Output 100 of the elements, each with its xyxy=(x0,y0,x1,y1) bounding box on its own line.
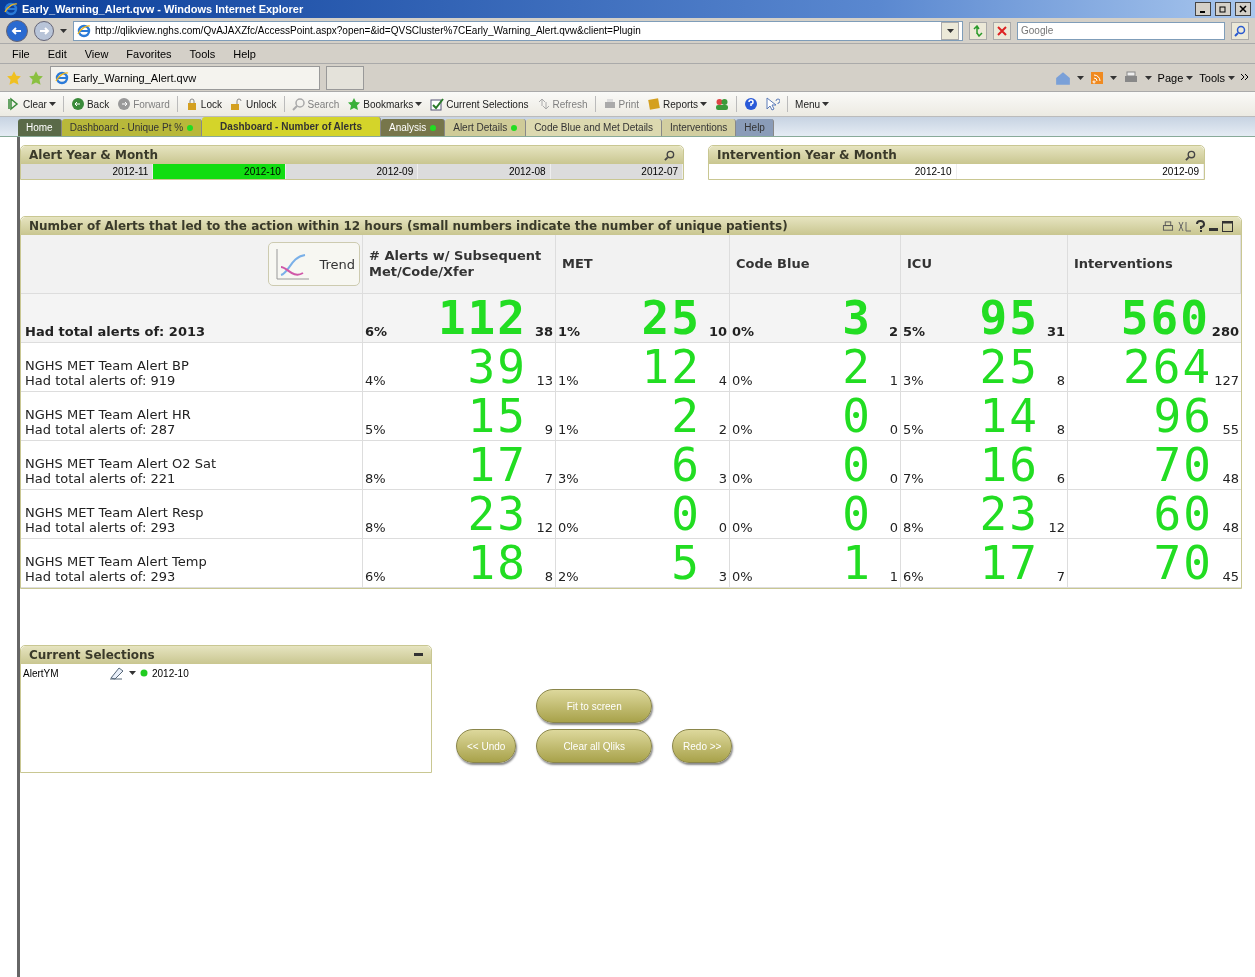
toolbar-button[interactable]: Lock xyxy=(183,97,223,111)
excel-icon[interactable] xyxy=(1178,220,1192,232)
toolbar-button[interactable]: Current Selections xyxy=(429,97,530,111)
unique-patients-count: 1 xyxy=(888,373,898,388)
menu-item[interactable]: View xyxy=(78,47,115,60)
caret-icon xyxy=(1186,75,1194,80)
row-total-label: Had total alerts of: 919 xyxy=(25,373,177,388)
alert-count: 1 xyxy=(841,542,872,584)
listbox-item[interactable]: 2012-09 xyxy=(285,164,419,179)
column-header: # Alerts w/ Subsequent Met/Code/Xfer xyxy=(363,235,556,294)
search-icon[interactable] xyxy=(1185,149,1196,161)
alert-count: 5 xyxy=(670,542,701,584)
sheet-tab[interactable]: Analysis xyxy=(380,119,446,136)
sheet-tab[interactable]: Code Blue and Met Details xyxy=(526,119,663,136)
maximize-icon[interactable] xyxy=(1222,220,1233,232)
listbox-item[interactable]: 2012-08 xyxy=(418,164,551,179)
caret-icon xyxy=(1076,75,1084,80)
address-field[interactable]: http://qlikview.nghs.com/QvAJAXZfc/AccessPoint.aspx?open=&id=QVSCluster%7CEarly_Warning_Alert.qvw&client=Plugin xyxy=(73,20,963,41)
toolbar-button[interactable]: Bookmarks xyxy=(346,97,424,111)
browser-tab[interactable]: Early_Warning_Alert.qvw xyxy=(50,65,320,90)
back-button[interactable] xyxy=(6,19,28,42)
menu-item[interactable]: Tools xyxy=(183,47,222,60)
percent-value: 6% xyxy=(365,324,389,339)
panel-title: Current Selections xyxy=(29,648,156,662)
row-total-label: Had total alerts of: 2013 xyxy=(25,324,207,339)
sheet-tab[interactable]: Help xyxy=(736,119,774,136)
star-plus-icon[interactable] xyxy=(28,69,44,86)
trend-button[interactable]: Trend xyxy=(268,242,360,286)
listbox-item[interactable]: 2012-10 xyxy=(153,164,286,179)
browser-logo-icon xyxy=(55,70,69,85)
close-button[interactable] xyxy=(1235,2,1251,16)
dropdown-button[interactable] xyxy=(941,21,959,40)
toolbar-button[interactable]: Unlock xyxy=(228,97,278,111)
restore-button[interactable] xyxy=(1215,2,1231,16)
sheet-tab[interactable]: Dashboard - Unique Pt % xyxy=(61,119,203,136)
alert-count: 16 xyxy=(978,444,1039,486)
menu-item[interactable]: Help xyxy=(227,47,262,60)
percent-value: 8% xyxy=(903,520,925,535)
listbox-item[interactable]: 2012-07 xyxy=(550,164,684,179)
checkbox-icon xyxy=(430,97,445,111)
users-icon xyxy=(715,97,730,111)
percent-value: 3% xyxy=(558,471,580,486)
percent-value: 8% xyxy=(365,471,387,486)
command-menu[interactable]: Page xyxy=(1157,71,1194,84)
alert-count: 23 xyxy=(466,493,527,535)
percent-value: 5% xyxy=(903,324,927,339)
column-header: ICU xyxy=(901,235,1068,294)
search-button[interactable] xyxy=(1231,21,1249,40)
sheet-tab[interactable]: Alert Details xyxy=(445,119,527,136)
clear-icon xyxy=(7,97,21,111)
unique-patients-count: 2 xyxy=(887,324,898,339)
star-icon[interactable] xyxy=(6,69,22,86)
listbox-item[interactable]: 2012-11 xyxy=(21,164,154,179)
unique-patients-count: 7 xyxy=(543,471,553,486)
unique-patients-count: 12 xyxy=(1047,520,1065,535)
toolbar-icon-button[interactable] xyxy=(714,97,731,111)
restore-icon xyxy=(1219,5,1227,13)
toolbar-button[interactable]: Back xyxy=(69,97,111,111)
print-icon[interactable] xyxy=(1122,70,1139,85)
toolbar-icon-button[interactable] xyxy=(743,97,760,111)
minimize-button[interactable] xyxy=(1195,2,1211,16)
stop-button[interactable] xyxy=(993,21,1011,40)
browser-logo-icon xyxy=(4,2,18,16)
refresh-button[interactable] xyxy=(969,21,987,40)
unique-patients-count: 55 xyxy=(1221,422,1239,437)
toolbar-icon-button[interactable] xyxy=(765,97,782,111)
print-icon[interactable] xyxy=(1162,220,1174,232)
percent-value: 1% xyxy=(558,324,582,339)
help-icon[interactable] xyxy=(1196,220,1205,232)
alert-count: 0 xyxy=(841,444,872,486)
chevron-icon[interactable] xyxy=(1241,73,1249,82)
search-icon[interactable] xyxy=(664,149,675,161)
sheet-tab[interactable]: Home xyxy=(18,119,62,136)
row-name: NGHS MET Team Alert Temp xyxy=(25,554,208,569)
sheet-tab[interactable]: Interventions xyxy=(662,119,737,136)
percent-value: 6% xyxy=(365,569,387,584)
search-icon xyxy=(1234,24,1246,37)
menu-item[interactable]: Favorites xyxy=(120,47,178,60)
menu-item[interactable]: File xyxy=(6,47,36,60)
toolbar-button[interactable]: Clear xyxy=(6,97,57,111)
unique-patients-count: 7 xyxy=(1055,569,1065,584)
back-icon xyxy=(70,97,85,111)
search-field[interactable]: Google xyxy=(1017,21,1225,40)
sheet-tab[interactable]: Dashboard - Number of Alerts xyxy=(202,117,381,136)
forward-button[interactable] xyxy=(34,20,54,41)
alert-count: 0 xyxy=(841,395,872,437)
menu-item[interactable]: Edit xyxy=(41,47,73,60)
command-menu[interactable]: Tools xyxy=(1199,71,1235,84)
forward-arrow-icon xyxy=(38,24,50,37)
toolbar-button[interactable]: Menu xyxy=(794,98,831,110)
alert-count: 60 xyxy=(1152,493,1213,535)
alert-count: 560 xyxy=(1119,297,1210,339)
alert-count: 15 xyxy=(466,395,527,437)
minimize-icon[interactable] xyxy=(414,653,423,657)
row-name: NGHS MET Team Alert HR xyxy=(25,407,192,422)
alert-count: 14 xyxy=(978,395,1039,437)
toolbar-button[interactable]: Reports xyxy=(646,97,709,111)
eraser-icon[interactable] xyxy=(109,666,125,680)
field-value: 2012-10 xyxy=(152,667,189,679)
unique-patients-count: 12 xyxy=(535,520,553,535)
